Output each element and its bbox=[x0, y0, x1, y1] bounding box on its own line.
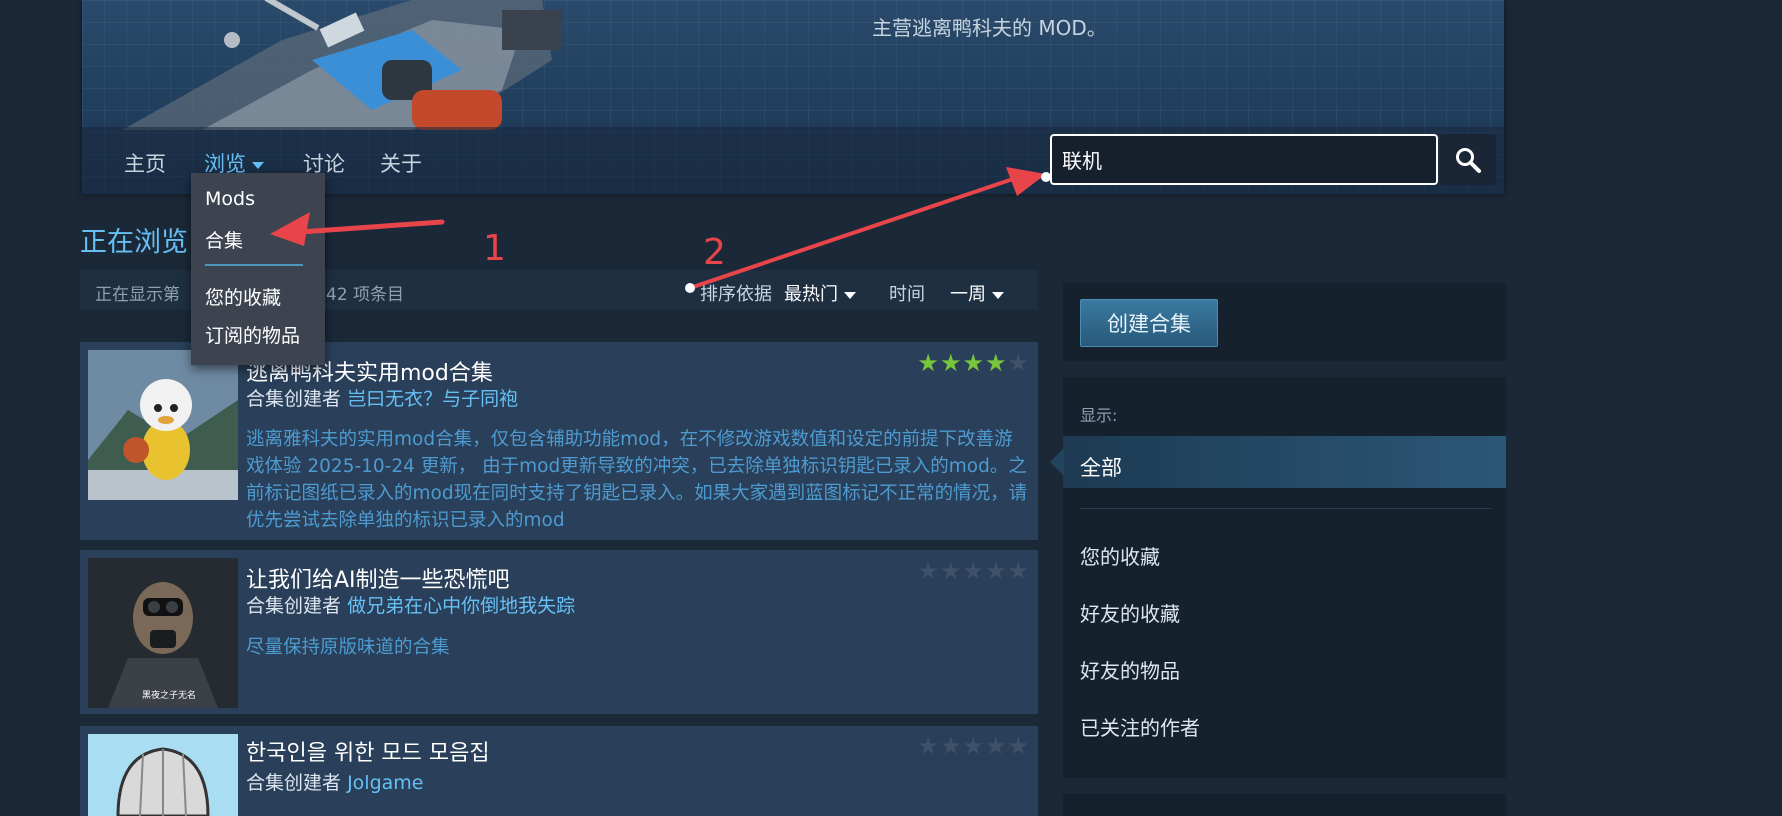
banner-artwork bbox=[122, 0, 562, 130]
collection-thumbnail[interactable] bbox=[88, 734, 238, 816]
rating-stars: ★★★★★ bbox=[917, 557, 1030, 585]
item-description: 尽量保持原版味道的合集 bbox=[246, 637, 450, 658]
annotation-number-1: 1 bbox=[483, 228, 506, 269]
creator-link[interactable]: 岂曰无衣？与子同袍 bbox=[347, 388, 518, 410]
collection-thumbnail[interactable] bbox=[88, 558, 238, 708]
star-icon: ★ bbox=[984, 557, 1008, 585]
creator-link[interactable]: 做兄弟在心中你倒地我失踪 bbox=[347, 595, 575, 617]
item-creator: 合集创建者 做兄弟在心中你倒地我失踪 bbox=[246, 591, 575, 618]
item-creator: 合集创建者 Jolgame bbox=[246, 768, 423, 795]
nav-home[interactable]: 主页 bbox=[124, 148, 166, 178]
nav-about[interactable]: 关于 bbox=[380, 148, 422, 178]
creator-label: 合集创建者 bbox=[246, 772, 342, 794]
showing-text: 正在显示第 bbox=[95, 285, 180, 305]
star-icon: ★ bbox=[1007, 732, 1030, 760]
sort-value: 最热门 bbox=[784, 284, 838, 305]
dropdown-divider bbox=[205, 264, 303, 266]
filter-your-favorites[interactable]: 您的收藏 bbox=[1080, 541, 1160, 570]
search-button[interactable] bbox=[1440, 134, 1496, 185]
item-description: 逃离雅科夫的实用mod合集，仅包含辅助功能mod，在不修改游戏数值和设定的前提下… bbox=[246, 429, 1028, 531]
page-title: 正在浏览 bbox=[80, 227, 188, 258]
filter-friends-items[interactable]: 好友的物品 bbox=[1080, 655, 1180, 684]
star-icon: ★ bbox=[984, 732, 1008, 760]
star-icon: ★ bbox=[1007, 349, 1030, 377]
rating-stars: ★★★★★ bbox=[917, 732, 1030, 760]
showing-count: 42 项条目 bbox=[326, 285, 405, 305]
star-icon: ★ bbox=[917, 732, 940, 760]
sort-dropdown[interactable]: 最热门 bbox=[784, 280, 856, 306]
time-value: 一周 bbox=[950, 284, 986, 305]
time-label: 时间 bbox=[889, 284, 925, 305]
rating-stars: ★★★★★ bbox=[917, 349, 1030, 377]
star-icon: ★ bbox=[962, 557, 985, 585]
item-creator: 合集创建者 岂曰无衣？与子同袍 bbox=[246, 384, 518, 411]
filter-followed-authors[interactable]: 已关注的作者 bbox=[1080, 712, 1200, 741]
search-input[interactable] bbox=[1050, 134, 1438, 185]
search-icon bbox=[1456, 147, 1481, 173]
star-icon: ★ bbox=[939, 349, 963, 377]
filter-friends-favorites[interactable]: 好友的收藏 bbox=[1080, 598, 1180, 627]
create-collection-button[interactable]: 创建合集 bbox=[1080, 299, 1218, 347]
filter-show-label: 显示: bbox=[1080, 406, 1118, 425]
filter-all-label: 全部 bbox=[1080, 456, 1122, 480]
collection-thumbnail[interactable] bbox=[88, 350, 238, 500]
star-icon: ★ bbox=[984, 349, 1008, 377]
dropdown-item-your-favorites[interactable]: 您的收藏 bbox=[205, 283, 281, 310]
star-icon: ★ bbox=[962, 732, 985, 760]
annotation-number-2: 2 bbox=[703, 232, 726, 273]
creator-label: 合集创建者 bbox=[246, 595, 342, 617]
time-dropdown[interactable]: 一周 bbox=[950, 280, 1004, 306]
filter-divider bbox=[1080, 508, 1491, 509]
collection-item[interactable]: 한국인을 위한 모드 모음집 合集创建者 Jolgame ★★★★★ bbox=[80, 726, 1038, 816]
thumbnail-caption: 黑夜之子无名 bbox=[142, 691, 197, 701]
collection-item[interactable]: 逃离鸭科夫实用mod合集 合集创建者 岂曰无衣？与子同袍 逃离雅科夫的实用mod… bbox=[80, 342, 1038, 540]
star-icon: ★ bbox=[917, 557, 940, 585]
filter-all[interactable] bbox=[1063, 436, 1506, 488]
sidebar-next-panel bbox=[1063, 794, 1506, 816]
sort-label: 排序依据 bbox=[700, 284, 772, 305]
star-icon: ★ bbox=[917, 349, 940, 377]
item-title[interactable]: 让我们给AI制造一些恐慌吧 bbox=[246, 562, 510, 594]
collection-item[interactable]: 黑夜之子无名 让我们给AI制造一些恐慌吧 合集创建者 做兄弟在心中你倒地我失踪 … bbox=[80, 550, 1038, 714]
star-icon: ★ bbox=[939, 557, 963, 585]
group-subtitle: 主营逃离鸭科夫的 MOD。 bbox=[872, 16, 1107, 40]
selected-arrow-indicator bbox=[1050, 448, 1064, 476]
star-icon: ★ bbox=[1007, 557, 1030, 585]
creator-link[interactable]: Jolgame bbox=[347, 772, 423, 794]
browse-dropdown-menu: Mods 合集 您的收藏 订阅的物品 bbox=[191, 173, 325, 365]
dropdown-item-collections[interactable]: 合集 bbox=[205, 226, 243, 253]
dropdown-item-subscribed[interactable]: 订阅的物品 bbox=[205, 321, 300, 348]
star-icon: ★ bbox=[962, 349, 985, 377]
item-title[interactable]: 한국인을 위한 모드 모음집 bbox=[246, 735, 490, 767]
chevron-down-icon bbox=[844, 291, 856, 299]
chevron-down-icon bbox=[992, 291, 1004, 299]
dropdown-item-mods[interactable]: Mods bbox=[205, 188, 255, 210]
star-icon: ★ bbox=[939, 732, 963, 760]
creator-label: 合集创建者 bbox=[246, 388, 342, 410]
chevron-down-icon bbox=[252, 161, 264, 169]
